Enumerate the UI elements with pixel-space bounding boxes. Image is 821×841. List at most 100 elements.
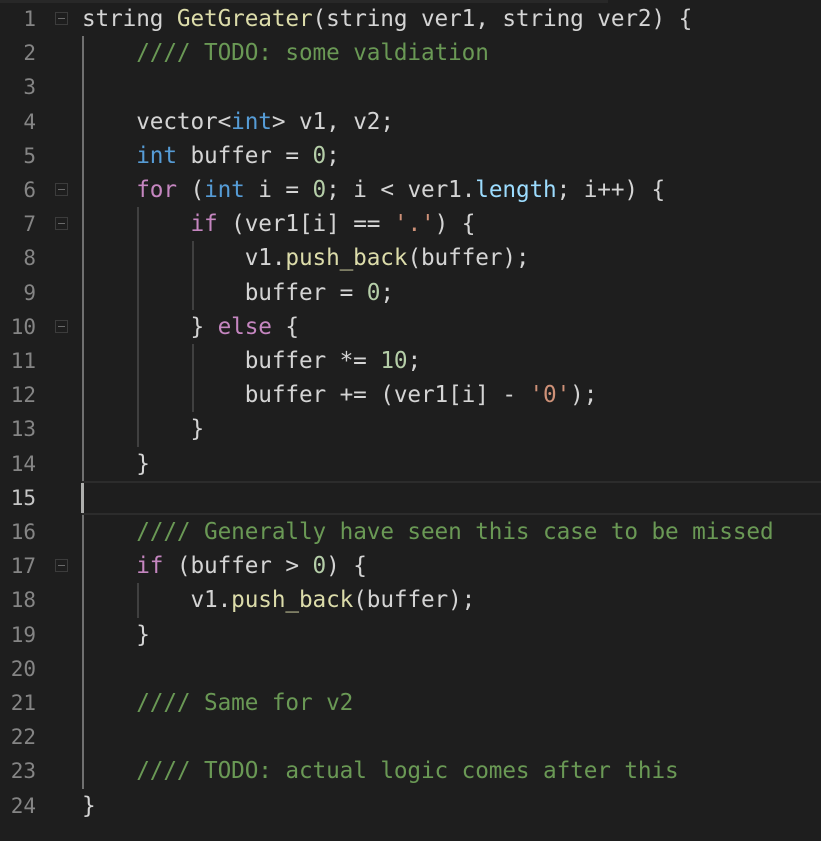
string-literal: '.'	[393, 211, 435, 238]
line-number: 19	[10, 622, 36, 647]
line-number: 18	[10, 588, 36, 613]
comment: //// Same for v2	[136, 690, 354, 716]
code-line[interactable]: 10 } else {	[0, 310, 821, 344]
code-text: (string ver1, string ver2) {	[312, 6, 693, 32]
code-line[interactable]: 23 //// TODO: actual logic comes after t…	[0, 754, 821, 788]
type-keyword: int	[204, 177, 245, 203]
line-content[interactable]: } else {	[82, 310, 299, 344]
code-line[interactable]: 16 //// Generally have seen this case to…	[0, 515, 821, 549]
fold-collapse-icon[interactable]	[55, 12, 68, 25]
line-content[interactable]: }	[82, 618, 150, 652]
line-content[interactable]: buffer = 0;	[82, 276, 394, 310]
code-line[interactable]: 14 }	[0, 447, 821, 481]
fold-collapse-icon[interactable]	[55, 183, 68, 196]
line-content[interactable]: buffer += (ver1[i] - '0');	[82, 378, 598, 412]
code-line[interactable]: 3	[0, 70, 821, 104]
line-number: 17	[10, 554, 36, 579]
code-line[interactable]: 7 if (ver1[i] == '.') {	[0, 207, 821, 241]
code-line[interactable]: 15	[0, 480, 821, 516]
line-number: 2	[23, 41, 36, 66]
code-line[interactable]: 21 //// Same for v2	[0, 686, 821, 720]
line-number: 13	[10, 417, 36, 442]
fold-collapse-icon[interactable]	[55, 217, 68, 231]
line-number: 14	[10, 451, 36, 476]
fold-collapse-icon[interactable]	[55, 559, 68, 573]
property-name: length	[475, 177, 557, 203]
control-keyword: for	[136, 177, 177, 203]
code-text: ) {	[434, 211, 476, 238]
code-editor[interactable]: 1 string GetGreater(string ver1, string v…	[0, 0, 821, 841]
line-content[interactable]: //// Same for v2	[82, 686, 353, 720]
code-text: }	[82, 621, 150, 648]
line-content[interactable]: if (buffer > 0) {	[82, 549, 367, 583]
code-text: i =	[244, 177, 313, 203]
code-line[interactable]: 9 buffer = 0;	[0, 276, 821, 310]
code-text: buffer *=	[82, 348, 381, 374]
number-literal: 0	[312, 177, 327, 203]
code-text: }	[82, 792, 96, 819]
line-content[interactable]: //// Generally have seen this case to be…	[82, 515, 774, 549]
code-text: buffer += (ver1[i] -	[82, 382, 530, 409]
code-line[interactable]: 6 for (int i = 0; i < ver1.length; i++) …	[0, 173, 821, 207]
line-content[interactable]: //// TODO: actual logic comes after this	[82, 754, 678, 788]
code-line[interactable]: 12 buffer += (ver1[i] - '0');	[0, 378, 821, 412]
code-line[interactable]: 2 //// TODO: some valdiation	[0, 36, 821, 70]
fold-collapse-icon[interactable]	[55, 319, 68, 333]
line-content[interactable]: if (ver1[i] == '.') {	[82, 207, 475, 241]
line-content[interactable]: int buffer = 0;	[82, 139, 340, 173]
code-line[interactable]: 19 }	[0, 618, 821, 652]
line-number: 10	[10, 314, 36, 339]
code-text: );	[570, 382, 598, 409]
comment: //// Generally have seen this case to be…	[136, 519, 774, 545]
code-line[interactable]: 13 }	[0, 412, 821, 446]
control-keyword: if	[136, 553, 164, 580]
line-number: 5	[23, 143, 36, 168]
code-text: (ver1[i] ==	[217, 211, 394, 238]
line-content[interactable]: //// TODO: some valdiation	[82, 36, 489, 70]
code-line[interactable]: 17 if (buffer > 0) {	[0, 549, 821, 583]
line-content[interactable]: v1.push_back(buffer);	[82, 583, 475, 617]
code-text: {	[271, 313, 299, 340]
code-line[interactable]: 1 string GetGreater(string ver1, string v…	[0, 2, 821, 36]
line-number: 22	[10, 725, 36, 750]
code-line[interactable]: 18 v1.push_back(buffer);	[0, 583, 821, 617]
line-number: 9	[23, 280, 36, 305]
line-number: 3	[23, 75, 36, 100]
code-line[interactable]: 11 buffer *= 10;	[0, 344, 821, 378]
code-text: buffer =	[82, 279, 367, 306]
line-content[interactable]: }	[82, 447, 150, 481]
code-line[interactable]: 24}	[0, 789, 821, 823]
line-content[interactable]: }	[82, 412, 204, 446]
line-number: 8	[23, 246, 36, 271]
line-number: 6	[23, 178, 36, 202]
code-line[interactable]: 4 vector<int> v1, v2;	[0, 105, 821, 139]
line-content[interactable]: for (int i = 0; i < ver1.length; i++) {	[82, 173, 665, 207]
line-content[interactable]: string GetGreater(string ver1, string ve…	[82, 2, 692, 36]
code-text: ;	[380, 279, 394, 306]
code-line[interactable]: 5 int buffer = 0;	[0, 139, 821, 173]
code-text: v1.	[82, 245, 286, 272]
code-text: ) {	[326, 553, 367, 580]
line-number: 4	[23, 109, 36, 134]
code-line[interactable]: 8 v1.push_back(buffer);	[0, 241, 821, 275]
line-content[interactable]: buffer *= 10;	[82, 344, 421, 378]
code-text: (	[176, 177, 205, 203]
code-text: v1.	[82, 587, 232, 614]
line-number: 12	[10, 383, 36, 408]
line-content[interactable]: v1.push_back(buffer);	[82, 241, 530, 275]
line-content[interactable]: }	[82, 789, 96, 823]
control-keyword: else	[217, 313, 272, 340]
code-line[interactable]: 20	[0, 652, 821, 686]
line-content[interactable]: vector<int> v1, v2;	[82, 105, 394, 139]
function-name: push_back	[285, 245, 408, 272]
code-line[interactable]: 22	[0, 720, 821, 754]
function-name: GetGreater	[176, 6, 313, 32]
code-text: }	[82, 416, 205, 443]
